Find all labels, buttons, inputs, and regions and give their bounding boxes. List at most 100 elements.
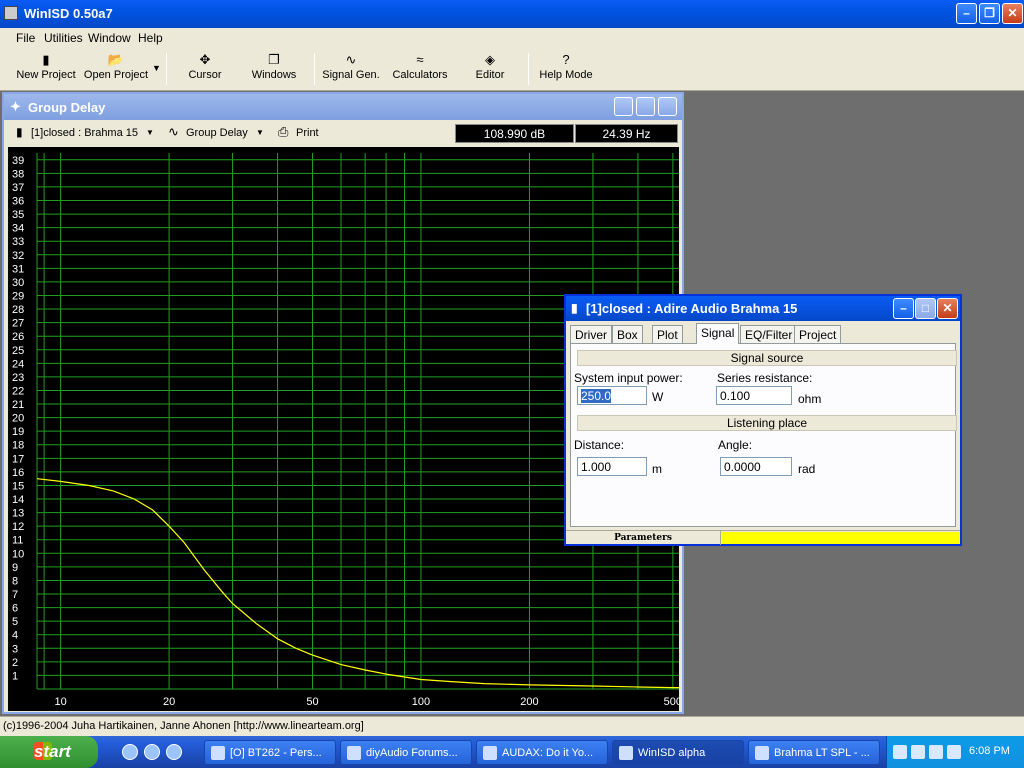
graph-selector[interactable]: Group Delay [186, 127, 248, 139]
sig-minimize-button[interactable]: – [893, 298, 914, 319]
tab-box[interactable]: Box [612, 325, 643, 343]
new-project-button[interactable]: ▮ New Project [14, 51, 78, 87]
menu-window[interactable]: Window [88, 31, 131, 45]
help-mode-button[interactable]: ? Help Mode [536, 51, 596, 87]
app-icon [4, 6, 18, 20]
y-tick-label: 29 [12, 290, 24, 302]
project-icon: ▮ [571, 301, 578, 315]
status-indicator [722, 532, 960, 544]
print-button[interactable]: Print [296, 127, 319, 139]
minimize-button[interactable]: – [956, 3, 977, 24]
app-title: WinISD 0.50a7 [24, 6, 113, 21]
y-tick-label: 4 [12, 630, 18, 642]
task-brahma[interactable]: Brahma LT SPL - ... [748, 740, 880, 765]
distance-unit: m [652, 462, 662, 476]
y-tick-label: 38 [12, 168, 24, 180]
pin-icon: ✦ [10, 99, 21, 114]
y-tick-label: 9 [12, 562, 18, 574]
ie-icon [211, 746, 225, 760]
x-tick-label: 200 [520, 696, 538, 708]
tray-security-icon[interactable] [947, 745, 961, 759]
distance-label: Distance: [574, 438, 625, 452]
editor-button[interactable]: ◈ Editor [466, 51, 514, 87]
folder-icon: 📂 [107, 52, 125, 67]
y-tick-label: 36 [12, 195, 24, 207]
sine-wave-icon: ∿ [168, 124, 179, 139]
group-delay-title-bar[interactable]: ✦ Group Delay [4, 94, 682, 120]
y-tick-label: 22 [12, 385, 24, 397]
system-input-power-input[interactable]: 250.0 [577, 386, 647, 405]
quicklaunch-media-icon[interactable] [166, 744, 182, 760]
y-tick-label: 31 [12, 263, 24, 275]
quicklaunch-desktop-icon[interactable] [122, 744, 138, 760]
angle-input[interactable]: 0.0000 [720, 457, 792, 476]
signal-title-bar[interactable]: ▮ [1]closed : Adire Audio Brahma 15 – □ … [566, 296, 960, 321]
y-tick-label: 32 [12, 250, 24, 262]
tab-strip: Driver Box Plot Signal EQ/Filter Project [570, 323, 956, 344]
close-button[interactable]: ✕ [1002, 3, 1023, 24]
status-bar: (c)1996-2004 Juha Hartikainen, Janne Aho… [0, 716, 1024, 736]
series-resistance-input[interactable]: 0.100 [716, 386, 792, 405]
power-unit: W [652, 390, 664, 404]
calculator-icon: ≈ [416, 52, 424, 67]
tray-arrow-icon[interactable] [893, 745, 907, 759]
project-selector[interactable]: [1]closed : Brahma 15 [31, 127, 138, 139]
cursor-button[interactable]: ✥ Cursor [176, 51, 234, 87]
start-button[interactable]: start [0, 736, 98, 768]
listening-place-header: Listening place [577, 415, 957, 431]
windows-button[interactable]: ❐ Windows [244, 51, 304, 87]
gd-minimize-button[interactable] [614, 97, 633, 116]
taskbar: start [O] BT262 - Pers... diyAudio Forum… [0, 736, 1024, 768]
gd-maximize-button[interactable] [636, 97, 655, 116]
sig-close-button[interactable]: ✕ [937, 298, 958, 319]
group-delay-toolbar: ▮ [1]closed : Brahma 15 ▼ ∿ Group Delay … [4, 120, 682, 146]
crosshair-icon: ✥ [199, 52, 211, 67]
open-project-dropdown-icon[interactable]: ▼ [152, 63, 161, 73]
y-tick-label: 20 [12, 413, 24, 425]
open-project-button[interactable]: 📂 Open Project [82, 51, 150, 87]
tab-plot[interactable]: Plot [652, 325, 683, 343]
menu-help[interactable]: Help [138, 31, 163, 45]
y-tick-label: 27 [12, 318, 24, 330]
task-diyaudio[interactable]: diyAudio Forums... [340, 740, 472, 765]
sine-wave-icon: ∿ [345, 52, 357, 67]
tab-eq-filter[interactable]: EQ/Filter [740, 325, 798, 343]
y-tick-label: 16 [12, 467, 24, 479]
calculators-button[interactable]: ≈ Calculators [388, 51, 452, 87]
tab-project[interactable]: Project [794, 325, 842, 343]
signal-tab-panel: Signal source System input power: 250.0 … [570, 343, 957, 527]
signal-window: ▮ [1]closed : Adire Audio Brahma 15 – □ … [564, 294, 962, 546]
menu-file[interactable]: File [16, 31, 35, 45]
task-bt262[interactable]: [O] BT262 - Pers... [204, 740, 336, 765]
readout-db: 108.990 dB [455, 124, 574, 143]
signal-status-bar: Parameters [566, 530, 960, 545]
project-dropdown-icon[interactable]: ▼ [146, 128, 154, 137]
y-tick-label: 26 [12, 331, 24, 343]
tray-network-icon[interactable] [911, 745, 925, 759]
signal-gen-button[interactable]: ∿ Signal Gen. [320, 51, 382, 87]
menu-utilities[interactable]: Utilities [44, 31, 83, 45]
gd-close-button[interactable] [658, 97, 677, 116]
system-tray: 6:08 PM [886, 736, 1024, 768]
winisd-icon [619, 746, 633, 760]
restore-button[interactable]: ❐ [979, 3, 1000, 24]
distance-input[interactable]: 1.000 [577, 457, 647, 476]
tray-volume-icon[interactable] [929, 745, 943, 759]
sig-maximize-button[interactable]: □ [915, 298, 936, 319]
tab-signal[interactable]: Signal [696, 323, 740, 344]
tab-driver[interactable]: Driver [570, 325, 612, 343]
winamp-icon [755, 746, 769, 760]
y-tick-label: 24 [12, 358, 24, 370]
x-tick-label: 50 [306, 696, 318, 708]
toolbar-separator [314, 53, 315, 85]
x-tick-label: 20 [163, 696, 175, 708]
windows-icon: ❐ [268, 52, 280, 67]
y-tick-label: 35 [12, 209, 24, 221]
task-winisd[interactable]: WinISD alpha [612, 740, 744, 765]
question-mark-icon: ? [562, 52, 570, 67]
quicklaunch-ie-icon[interactable] [144, 744, 160, 760]
app-title-bar: WinISD 0.50a7 – ❐ ✕ [0, 0, 1024, 28]
ie-icon [347, 746, 361, 760]
task-audax[interactable]: AUDAX: Do it Yo... [476, 740, 608, 765]
graph-dropdown-icon[interactable]: ▼ [256, 128, 264, 137]
